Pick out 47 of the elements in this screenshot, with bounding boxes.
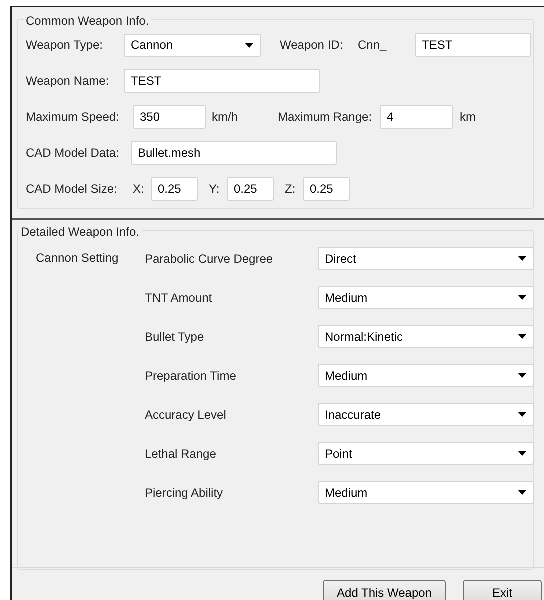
caret-icon bbox=[245, 42, 254, 48]
caret-icon bbox=[518, 490, 527, 495]
input-field[interactable]: 4 bbox=[380, 105, 453, 129]
caret-icon bbox=[518, 295, 527, 300]
input-field[interactable]: 0.25 bbox=[303, 177, 350, 201]
id-prefix: Cnn_ bbox=[358, 37, 388, 54]
field-label: Maximum Range: bbox=[278, 109, 374, 126]
caret-icon bbox=[518, 256, 527, 261]
field-label: CAD Model Data: bbox=[26, 145, 120, 162]
axis-label: Y: bbox=[209, 181, 221, 198]
input-field[interactable]: 350 bbox=[133, 105, 206, 129]
dropdown[interactable]: Point bbox=[318, 442, 534, 465]
axis-label: X: bbox=[133, 181, 146, 198]
field-label: Maximum Speed: bbox=[26, 109, 120, 126]
dropdown[interactable]: Inaccurate bbox=[318, 403, 534, 426]
field-label: Lethal Range bbox=[145, 446, 218, 462]
field-label: Accuracy Level bbox=[145, 406, 228, 424]
field-label: Weapon Name: bbox=[26, 73, 110, 90]
field-label: Bullet Type bbox=[145, 328, 206, 346]
caret-icon bbox=[518, 373, 527, 378]
field-label: Weapon Type: bbox=[26, 37, 104, 54]
dropdown[interactable]: Direct bbox=[318, 247, 534, 270]
input-field[interactable]: 0.25 bbox=[227, 177, 274, 201]
field-label: Weapon ID: bbox=[280, 37, 344, 54]
add-weapon-button[interactable]: Add This Weapon bbox=[323, 580, 446, 600]
input-field[interactable]: TEST bbox=[415, 33, 531, 57]
caret-icon bbox=[518, 334, 527, 339]
unit-label: km bbox=[460, 109, 476, 126]
caret-icon bbox=[518, 451, 527, 456]
dropdown[interactable]: Medium bbox=[318, 364, 534, 387]
input-field[interactable]: Bullet.mesh bbox=[131, 141, 337, 165]
dropdown[interactable]: Medium bbox=[318, 481, 534, 504]
field-label: Parabolic Curve Degree bbox=[145, 250, 274, 268]
input-field[interactable]: TEST bbox=[124, 69, 320, 93]
field-label: Preparation Time bbox=[145, 368, 238, 384]
field-label: Piercing Ability bbox=[145, 484, 224, 502]
dropdown[interactable]: Normal:Kinetic bbox=[318, 325, 534, 348]
exit-button[interactable]: Exit bbox=[463, 580, 542, 600]
group-label: Cannon Setting bbox=[36, 250, 120, 267]
unit-label: km/h bbox=[212, 109, 240, 126]
axis-label: Z: bbox=[285, 181, 297, 198]
field-label: CAD Model Size: bbox=[26, 181, 118, 198]
field-label: TNT Amount bbox=[145, 290, 214, 306]
dropdown[interactable]: Medium bbox=[318, 286, 534, 309]
dropdown[interactable]: Cannon bbox=[124, 34, 261, 56]
caret-icon bbox=[518, 412, 527, 417]
input-field[interactable]: 0.25 bbox=[151, 177, 198, 201]
